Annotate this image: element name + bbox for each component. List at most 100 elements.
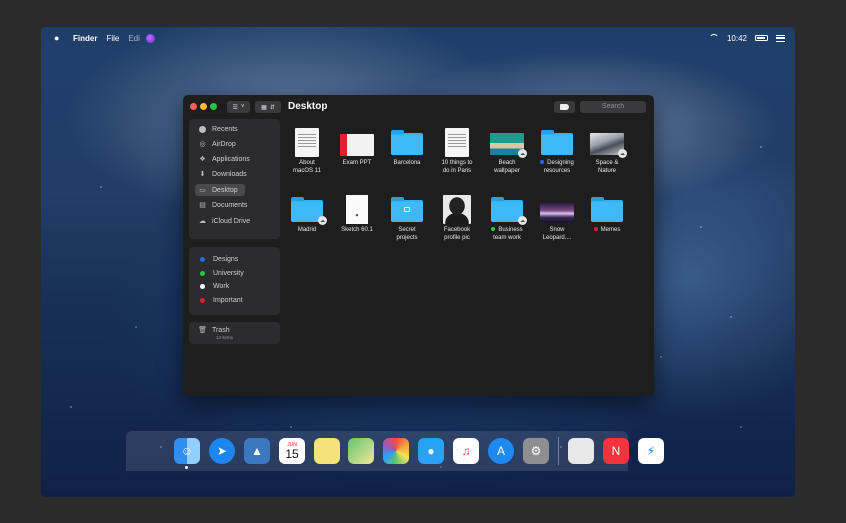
search-input[interactable] <box>580 101 646 113</box>
documents-icon: ▤ <box>199 202 206 209</box>
folder-icon <box>391 130 423 155</box>
sidebar-trash[interactable]: 🗑 Trash 12 items <box>189 322 280 344</box>
messenger-icon[interactable]: ⚡ <box>638 438 664 464</box>
file-item[interactable]: Memes <box>584 194 630 235</box>
clock-label[interactable]: 10:42 <box>727 34 747 43</box>
battery-icon[interactable] <box>755 35 768 41</box>
sidebar-tags: Designs University Work Important <box>189 247 280 315</box>
music-icon[interactable]: ♫ <box>453 438 479 464</box>
file-name: Sketch 60.1 <box>341 227 373 233</box>
calendar-day: 15 <box>285 446 299 461</box>
sidebar-tag-work[interactable]: Work <box>195 280 229 292</box>
tag-dot-green <box>200 270 205 276</box>
sidebar-tag-university[interactable]: University <box>195 267 244 279</box>
file-item[interactable]: ☁ Beach wallpaper <box>484 127 530 175</box>
app-store-icon[interactable]: A <box>488 438 514 464</box>
cloud-download-icon[interactable]: ☁ <box>518 216 527 225</box>
lock-icon <box>404 207 410 212</box>
file-item[interactable]: ☁ Space & Nature <box>584 127 630 175</box>
sidebar-item-applications[interactable]: ❖ Applications <box>195 153 249 165</box>
file-name: Memes <box>600 227 621 233</box>
menu-finder[interactable]: Finder <box>73 34 97 43</box>
calendar-icon[interactable]: JUN 15 <box>279 438 305 464</box>
siri-icon[interactable] <box>145 33 155 43</box>
sidebar-favorites: Recents ◎ AirDrop ❖ Applications ⬇ Download… <box>189 119 280 239</box>
file-item[interactable]: About macOS 11 <box>284 127 330 175</box>
file-item[interactable]: Exam PPT <box>334 127 380 168</box>
zoom-button[interactable] <box>210 103 217 110</box>
dock-separator <box>558 437 559 465</box>
image-thumbnail <box>540 203 574 222</box>
file-item[interactable]: Secret projects <box>384 194 430 242</box>
system-preferences-icon[interactable]: ⚙ <box>523 438 549 464</box>
downloads-icon: ⬇ <box>199 171 206 178</box>
maps-icon[interactable] <box>348 438 374 464</box>
list-icon: ☰ <box>232 104 238 111</box>
file-name: Secret <box>398 227 416 233</box>
sidebar-item-label: University <box>213 269 244 277</box>
file-item[interactable]: ◆ Sketch 60.1 <box>334 194 380 235</box>
folder-icon <box>541 130 573 155</box>
messages-icon[interactable]: ● <box>418 438 444 464</box>
file-name: Madrid <box>297 227 317 233</box>
icon-view-button[interactable]: ▦ ⇵ <box>255 101 281 113</box>
window-title: Desktop <box>288 101 328 112</box>
sidebar-item-label: Documents <box>212 201 248 209</box>
menu-edit[interactable]: Edi <box>128 34 140 43</box>
file-item[interactable]: Barcelona <box>384 127 430 168</box>
close-button[interactable] <box>190 103 197 110</box>
file-item[interactable]: 10 things to do in Paris <box>434 127 480 175</box>
tag-dot-blue <box>200 256 205 262</box>
image-thumbnail <box>443 195 471 224</box>
cloud-download-icon[interactable]: ☁ <box>518 149 527 158</box>
sidebar-tag-important[interactable]: Important <box>195 294 243 306</box>
file-item[interactable]: Snow Leopard.... <box>534 194 580 242</box>
tag-icon <box>560 104 569 110</box>
sidebar-item-airdrop[interactable]: ◎ AirDrop <box>195 138 235 150</box>
sidebar-item-documents[interactable]: ▤ Documents <box>195 199 247 211</box>
title-bar: ☰ ˅ ▦ ⇵ Desktop <box>183 95 654 119</box>
menu-file[interactable]: File <box>106 34 119 43</box>
preview-icon[interactable]: ▲ <box>244 438 270 464</box>
file-name: wallpaper <box>494 167 520 174</box>
file-item[interactable]: Designing resources <box>534 127 580 175</box>
sidebar-item-downloads[interactable]: ⬇ Downloads <box>195 168 247 180</box>
desktop-screen: ● Finder File Edi 10:42 ☰˅ ▦⇵ Desktop <box>41 27 795 497</box>
file-name: Exam PPT <box>342 160 372 166</box>
news-icon[interactable]: N <box>603 438 629 464</box>
sidebar-item-label: Recents <box>212 125 238 133</box>
finder-icon[interactable]: ☺ <box>174 438 200 464</box>
file-item[interactable]: ☁ Business team work <box>484 194 530 242</box>
file-name: Leopard.... <box>542 234 572 241</box>
sidebar-item-icloud-drive[interactable]: ☁ iCloud Drive <box>195 215 250 227</box>
notification-center-icon[interactable] <box>776 34 785 42</box>
icloud-icon: ☁ <box>199 218 206 225</box>
safari-icon[interactable]: ➤ <box>209 438 235 464</box>
file-item[interactable]: Facebook profile pic <box>434 194 480 242</box>
cloud-download-icon[interactable]: ☁ <box>318 216 327 225</box>
file-item[interactable]: ☁ Madrid <box>284 194 330 235</box>
finder-window: ☰˅ ▦⇵ Desktop Recents ◎ AirDrop ❖ Applicat… <box>183 95 654 396</box>
list-view-button[interactable]: ☰ ˅ <box>227 101 250 113</box>
document-icon[interactable] <box>568 438 594 464</box>
tags-button[interactable] <box>554 101 575 113</box>
clock-icon <box>199 125 206 133</box>
desktop-icon: ▭ <box>199 187 206 194</box>
cloud-download-icon[interactable]: ☁ <box>618 149 627 158</box>
file-name: macOS 11 <box>293 167 321 174</box>
sidebar-item-desktop[interactable]: ▭ Desktop <box>195 184 245 196</box>
sidebar-item-recents[interactable]: Recents <box>195 123 238 135</box>
sidebar-tag-designs[interactable]: Designs <box>195 253 238 265</box>
sidebar-item-label: iCloud Drive <box>212 217 251 225</box>
file-name: Business <box>498 227 523 233</box>
wifi-icon[interactable] <box>708 34 719 42</box>
file-name: Designing <box>547 160 574 166</box>
file-name: Barcelona <box>393 160 421 166</box>
tag-dot-green <box>491 227 496 232</box>
apple-icon[interactable]: ● <box>54 33 64 43</box>
notes-icon[interactable] <box>314 438 340 464</box>
photos-icon[interactable] <box>383 438 409 464</box>
minimize-button[interactable] <box>200 103 207 110</box>
tag-dot-blue <box>540 160 545 165</box>
tag-dot-red <box>200 297 205 303</box>
